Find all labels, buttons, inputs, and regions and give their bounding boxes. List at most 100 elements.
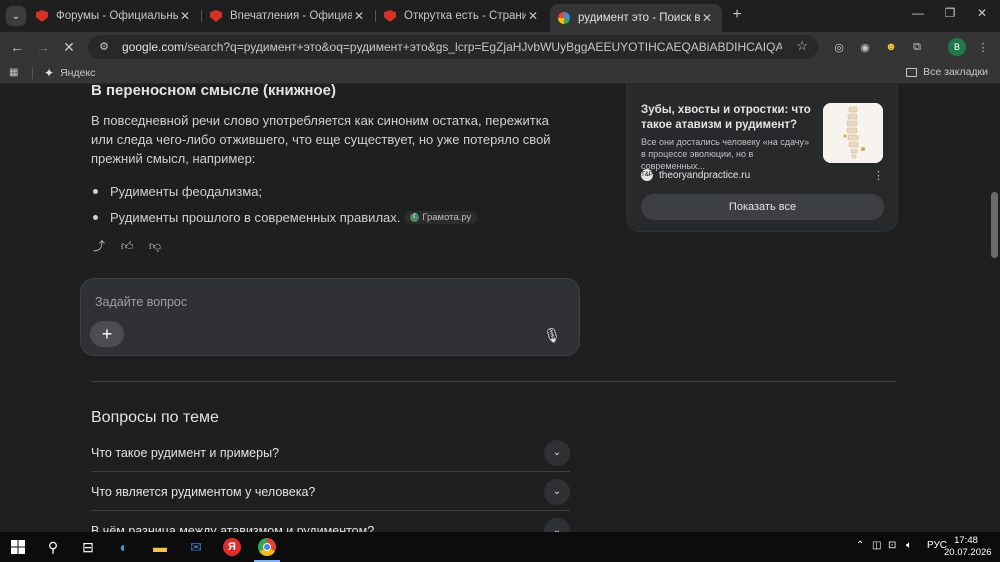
forward-arrow-icon[interactable]: → xyxy=(33,37,53,57)
more-options-icon[interactable]: ⋮ xyxy=(873,169,884,182)
chevron-down-icon[interactable]: ⌄ xyxy=(544,517,570,532)
avatar[interactable]: В xyxy=(948,38,966,56)
microphone-icon[interactable]: 🎙︎ xyxy=(543,327,561,344)
answer-bullets: Рудименты феодализма; Рудименты прошлого… xyxy=(91,178,478,230)
article-snippet: Все они достались человеку «на сдачу» в … xyxy=(641,137,810,171)
chevron-down-icon[interactable]: ⌄ xyxy=(544,439,570,466)
google-icon xyxy=(558,12,570,24)
tab-search-button[interactable]: ⌄ xyxy=(6,6,26,26)
list-item: Рудименты феодализма; xyxy=(91,178,477,204)
edge-browser-icon[interactable]: ◐ xyxy=(113,537,135,557)
tab-impressions[interactable]: Впечатления - Официальный ф ✕ xyxy=(202,4,374,28)
related-question[interactable]: Что является рудиментом у человека? ⌄ xyxy=(91,473,570,511)
browser-toolbar: ← → ✕ ⚙ google.com/search?q=рудимент+это… xyxy=(0,32,1000,62)
answer-heading: В переносном смысле (книжное) xyxy=(91,84,336,99)
ask-question-box[interactable]: Задайте вопрос + 🎙︎ xyxy=(80,278,580,356)
system-clock[interactable]: 17:48 20.07.2026 xyxy=(944,535,992,559)
close-icon[interactable]: ✕ xyxy=(526,9,540,23)
bookmark-yandex[interactable]: ✦ Яндекс xyxy=(44,66,95,80)
add-button[interactable]: + xyxy=(90,321,124,347)
all-bookmarks-button[interactable]: Все закладки xyxy=(906,66,988,78)
bookmarks-separator xyxy=(32,67,33,79)
volume-icon[interactable]: 🔈︎ xyxy=(906,540,912,551)
tab-title: рудимент это - Поиск в Google xyxy=(578,12,700,24)
page-scrollbar[interactable] xyxy=(989,84,1000,532)
related-question[interactable]: В чём разница между атавизмом и рудимент… xyxy=(91,512,570,532)
question-text: Что такое рудимент и примеры? xyxy=(91,445,280,460)
outlook-icon[interactable]: ✉ xyxy=(185,537,207,557)
side-article-card: Зубы, хвосты и отростки: что такое атави… xyxy=(626,84,898,232)
bullet-dot xyxy=(93,214,98,220)
meet-now-icon[interactable]: ◫ xyxy=(872,540,881,551)
kebab-menu-icon[interactable]: ⋮ xyxy=(974,38,992,56)
question-text: В чём разница между атавизмом и рудимент… xyxy=(91,523,375,533)
bookmark-star-icon[interactable]: ☆ xyxy=(796,38,808,54)
thumbs-up-icon[interactable]: 👍︎ xyxy=(120,239,134,253)
network-icon[interactable]: ⊡ xyxy=(888,540,896,551)
forum-shield-icon xyxy=(36,10,48,22)
thumbs-down-icon[interactable]: 👎︎ xyxy=(148,239,162,253)
back-arrow-icon[interactable]: ← xyxy=(7,37,27,57)
answer-actions: ⤴ 👍︎ 👎︎ xyxy=(92,239,162,253)
answer-paragraph: В повседневной речи слово употребляется … xyxy=(91,113,551,166)
minimize-icon[interactable]: — xyxy=(908,6,928,24)
yandex-browser-icon[interactable]: Я xyxy=(221,537,243,557)
smile-extension-icon[interactable]: ☻ xyxy=(882,38,900,56)
article-title[interactable]: Зубы, хвосты и отростки: что такое атави… xyxy=(641,103,813,133)
related-questions-title: Вопросы по теме xyxy=(91,409,219,426)
forum-shield-icon xyxy=(210,10,222,22)
windows-taskbar: ⚲ ⊟ ◐ ▬ ✉ Я ⌃ ◫ ⊡ 🔈︎ РУС 17:48 20.07.202… xyxy=(0,532,1000,562)
tray-overflow-icon[interactable]: ⌃ xyxy=(856,540,864,551)
puzzle-extensions-icon[interactable]: ⧉ xyxy=(908,38,926,56)
article-site-name: theoryandpractice.ru xyxy=(659,169,751,181)
close-window-icon[interactable]: ✕ xyxy=(972,6,992,24)
tab-strip: ⌄ Форумы - Официальный форум ✕ Впечатлен… xyxy=(0,0,1000,32)
close-icon[interactable]: ✕ xyxy=(352,9,366,23)
task-view-icon[interactable]: ⊟ xyxy=(77,537,99,557)
tab-otkrutka[interactable]: Открутка есть - Страница 210 ✕ xyxy=(376,4,548,28)
url-text[interactable]: google.com/search?q=рудимент+это&oq=руди… xyxy=(122,40,782,54)
apps-grid-icon[interactable]: ▦ xyxy=(9,67,18,78)
article-thumbnail[interactable] xyxy=(823,103,883,163)
scrollbar-thumb[interactable] xyxy=(991,192,998,258)
search-icon[interactable]: ⚲ xyxy=(42,537,64,557)
clock-time: 17:48 xyxy=(954,535,978,546)
tab-google-search[interactable]: рудимент это - Поиск в Google ✕ xyxy=(550,4,722,32)
gramota-logo-icon: Г xyxy=(410,212,420,222)
ask-input[interactable]: Задайте вопрос xyxy=(95,295,187,309)
tab-forums[interactable]: Форумы - Официальный форум ✕ xyxy=(28,4,200,28)
site-info-icon[interactable]: ⚙ xyxy=(96,39,112,55)
clock-date: 20.07.2026 xyxy=(944,547,992,558)
url-path: /search?q=рудимент+это&oq=рудимент+это&g… xyxy=(184,40,782,54)
section-divider xyxy=(91,381,897,382)
article-source[interactable]: T&P theoryandpractice.ru xyxy=(641,169,750,181)
bullet-text: Рудименты феодализма; xyxy=(110,183,263,199)
tp-logo-icon: T&P xyxy=(641,169,653,181)
show-all-button[interactable]: Показать все xyxy=(641,194,884,220)
windows-start-icon[interactable] xyxy=(7,537,29,557)
folder-icon xyxy=(906,67,918,77)
list-item: Рудименты прошлого в современных правила… xyxy=(91,204,478,230)
bookmark-label: Яндекс xyxy=(60,67,96,79)
bookmarks-bar: ▦ ✦ Яндекс Все закладки xyxy=(0,62,1000,84)
source-chip[interactable]: Г Грамота.ру xyxy=(404,210,478,224)
close-icon[interactable]: ✕ xyxy=(700,11,714,25)
related-question[interactable]: Что такое рудимент и примеры? ⌄ xyxy=(91,434,570,472)
address-bar[interactable]: ⚙ google.com/search?q=рудимент+это&oq=ру… xyxy=(88,35,818,59)
close-icon[interactable]: ✕ xyxy=(178,9,192,23)
file-explorer-icon[interactable]: ▬ xyxy=(149,537,171,557)
restore-icon[interactable]: ❐ xyxy=(940,6,960,24)
stop-loading-icon[interactable]: ✕ xyxy=(59,37,79,57)
new-tab-button[interactable]: + xyxy=(728,6,746,24)
chrome-icon[interactable] xyxy=(256,537,278,557)
tab-title: Форумы - Официальный форум xyxy=(56,10,178,22)
record-extension-icon[interactable]: ◉ xyxy=(856,38,874,56)
chevron-down-icon[interactable]: ⌄ xyxy=(544,478,570,505)
search-results-page: В переносном смысле (книжное) В повседне… xyxy=(0,84,1000,532)
all-bookmarks-label: Все закладки xyxy=(923,66,988,78)
yandex-spark-icon: ✦ xyxy=(44,66,55,80)
share-icon[interactable]: ⤴ xyxy=(92,239,106,253)
shield-extension-icon[interactable]: ◎ xyxy=(830,38,848,56)
spine-image xyxy=(823,103,883,163)
source-chip-label: Грамота.ру xyxy=(422,211,472,223)
